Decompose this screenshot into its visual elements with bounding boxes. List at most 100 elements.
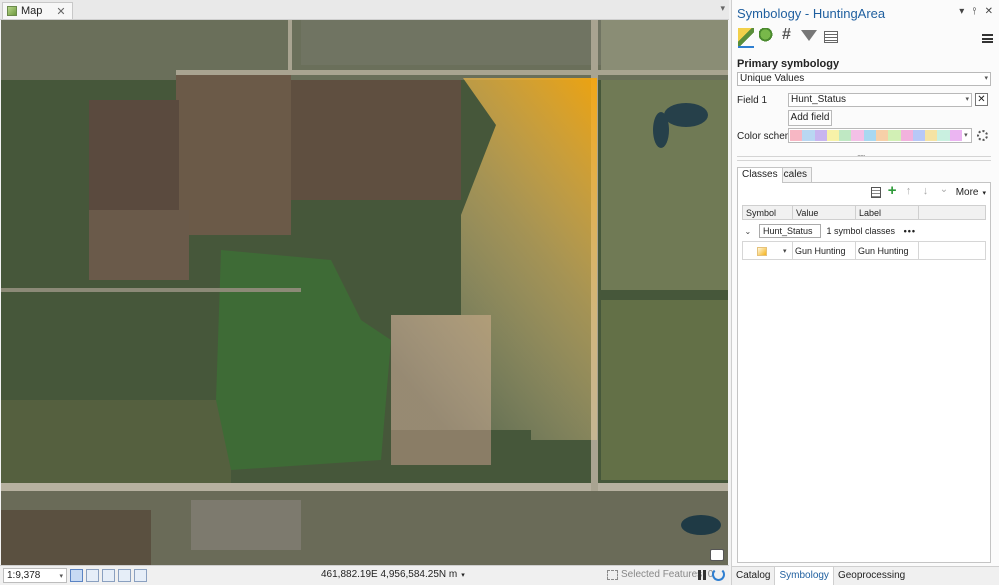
renderer-value: Unique Values bbox=[740, 73, 805, 84]
symbol-cell[interactable]: ▾ bbox=[742, 241, 793, 260]
remove-field-icon[interactable]: ✕ bbox=[975, 93, 988, 106]
color-swatch bbox=[790, 130, 803, 141]
more-button[interactable]: More ▾ bbox=[956, 187, 986, 198]
chevron-down-icon[interactable]: ▾ bbox=[783, 248, 787, 255]
navigation-tool-icon[interactable] bbox=[70, 569, 83, 582]
map-tab[interactable]: Map ✕ bbox=[2, 2, 73, 19]
color-swatch bbox=[888, 130, 901, 141]
chevron-down-icon: ▾ bbox=[984, 75, 988, 82]
more-options-icon[interactable]: ••• bbox=[904, 226, 916, 236]
add-all-values-icon[interactable] bbox=[870, 187, 881, 198]
empty-cell bbox=[918, 241, 986, 260]
renderer-dropdown[interactable]: Unique Values ▾ bbox=[737, 72, 991, 86]
map-pane: Map ✕ ▾ 1:9,378 ▾ 461,882.19E 4,956,584.… bbox=[0, 0, 729, 585]
sort-icon[interactable] bbox=[939, 184, 949, 198]
column-header-extra bbox=[918, 205, 986, 220]
pause-icon[interactable] bbox=[697, 569, 707, 581]
refresh-icon[interactable] bbox=[712, 568, 725, 581]
classes-panel: More▾ Symbol Value Label ⌄ Hunt_Sta bbox=[737, 182, 991, 563]
chevron-down-icon[interactable]: ▾ bbox=[720, 3, 725, 14]
map-tab-label: Map bbox=[21, 5, 43, 17]
group-cell: ⌄ Hunt_Status 1 symbol classes ••• bbox=[743, 220, 986, 242]
chevron-down-icon: ▾ bbox=[461, 572, 465, 579]
tab-classes[interactable]: Classes bbox=[737, 167, 783, 183]
primary-symbology-heading: Primary symbology bbox=[737, 58, 840, 70]
color-swatch bbox=[925, 130, 938, 141]
filter-icon[interactable] bbox=[801, 30, 817, 41]
color-swatch bbox=[875, 130, 889, 141]
close-icon[interactable]: ✕ bbox=[985, 6, 993, 17]
pin-icon[interactable]: ⫯ bbox=[972, 6, 976, 17]
primary-symbology-icon[interactable] bbox=[738, 28, 754, 48]
coordinate-readout[interactable]: 461,882.19E 4,956,584.25N m ▾ bbox=[321, 569, 465, 580]
color-swatch bbox=[863, 130, 876, 141]
road-horizontal bbox=[176, 70, 728, 75]
color-swatch bbox=[900, 130, 913, 141]
color-swatch bbox=[937, 130, 950, 141]
classes-toolbar: More▾ bbox=[870, 182, 986, 199]
table-row[interactable]: ▾ Gun Hunting Gun Hunting bbox=[742, 241, 986, 260]
value-cell[interactable]: Gun Hunting bbox=[792, 241, 856, 260]
hamburger-menu-icon[interactable] bbox=[982, 34, 993, 43]
column-header-value[interactable]: Value bbox=[792, 205, 856, 220]
advanced-symbology-icon[interactable] bbox=[822, 28, 838, 44]
label-cell[interactable]: Gun Hunting bbox=[855, 241, 919, 260]
more-label: More bbox=[955, 187, 979, 198]
group-row: ⌄ Hunt_Status 1 symbol classes ••• bbox=[743, 220, 986, 242]
farm-field bbox=[601, 300, 728, 480]
road-horizontal bbox=[1, 483, 728, 491]
close-icon[interactable]: ✕ bbox=[56, 5, 65, 18]
pane-title: Symbology - HuntingArea bbox=[737, 6, 886, 21]
classes-section: Classes Scales More▾ Symbol Value Label bbox=[737, 167, 991, 563]
tab-symbology[interactable]: Symbology bbox=[774, 567, 834, 585]
snapping-icon[interactable] bbox=[134, 569, 147, 582]
move-down-icon[interactable] bbox=[922, 185, 932, 198]
map-canvas[interactable] bbox=[1, 20, 728, 565]
field1-label: Field 1 bbox=[737, 95, 768, 106]
dock-tabs: Catalog Symbology Geoprocessing bbox=[732, 566, 999, 585]
field1-dropdown[interactable]: Hunt_Status ▾ bbox=[788, 93, 972, 107]
color-swatch bbox=[851, 130, 864, 141]
pane-splitter[interactable] bbox=[737, 148, 991, 161]
table-header-row: Symbol Value Label bbox=[742, 205, 986, 220]
color-swatch bbox=[949, 130, 962, 141]
color-swatch bbox=[814, 130, 827, 141]
symbol-swatch[interactable] bbox=[757, 246, 767, 256]
color-swatch bbox=[912, 130, 926, 141]
symbol-layer-drawing-icon[interactable] bbox=[780, 26, 796, 44]
vary-symbology-icon[interactable] bbox=[759, 28, 775, 44]
farm-field bbox=[89, 100, 179, 210]
color-swatch bbox=[826, 130, 840, 141]
coordinate-value: 461,882.19E 4,956,584.25N m bbox=[321, 569, 458, 580]
chevron-down-icon[interactable]: ▾ bbox=[959, 6, 964, 17]
move-up-icon[interactable] bbox=[905, 185, 915, 198]
farm-field bbox=[601, 80, 728, 290]
farm-field bbox=[176, 75, 291, 235]
add-class-icon[interactable] bbox=[888, 182, 898, 199]
farm-field bbox=[1, 400, 231, 490]
color-scheme-dropdown[interactable]: ▾ bbox=[788, 128, 972, 143]
pane-title-controls: ▾ ⫯ ✕ bbox=[959, 6, 993, 17]
chevron-down-icon: ▾ bbox=[965, 96, 969, 103]
scale-dropdown[interactable]: 1:9,378 ▾ bbox=[3, 568, 67, 583]
tab-geoprocessing[interactable]: Geoprocessing bbox=[834, 567, 909, 585]
crosshair-icon[interactable] bbox=[118, 569, 131, 582]
column-header-symbol[interactable]: Symbol bbox=[742, 205, 793, 220]
table-icon[interactable] bbox=[102, 569, 115, 582]
chat-icon[interactable] bbox=[710, 549, 724, 561]
group-count: 1 symbol classes bbox=[826, 225, 896, 236]
chevron-down-icon[interactable]: ⌄ bbox=[745, 227, 755, 236]
tab-catalog[interactable]: Catalog bbox=[732, 567, 774, 585]
group-field-heading[interactable]: Hunt_Status bbox=[759, 223, 822, 238]
symbology-pane: Symbology - HuntingArea ▾ ⫯ ✕ Primary sy… bbox=[731, 0, 999, 585]
symbology-tab-icons bbox=[738, 26, 838, 48]
column-header-label[interactable]: Label bbox=[855, 205, 919, 220]
add-field-button[interactable]: Add field bbox=[788, 110, 832, 126]
gear-icon[interactable] bbox=[977, 130, 988, 141]
scale-value: 1:9,378 bbox=[7, 570, 41, 581]
map-tab-bar: Map ✕ ▾ bbox=[0, 0, 729, 20]
grid-icon[interactable] bbox=[86, 569, 99, 582]
color-swatch bbox=[802, 130, 815, 141]
color-swatch bbox=[839, 130, 852, 141]
satellite-imagery bbox=[1, 20, 728, 565]
